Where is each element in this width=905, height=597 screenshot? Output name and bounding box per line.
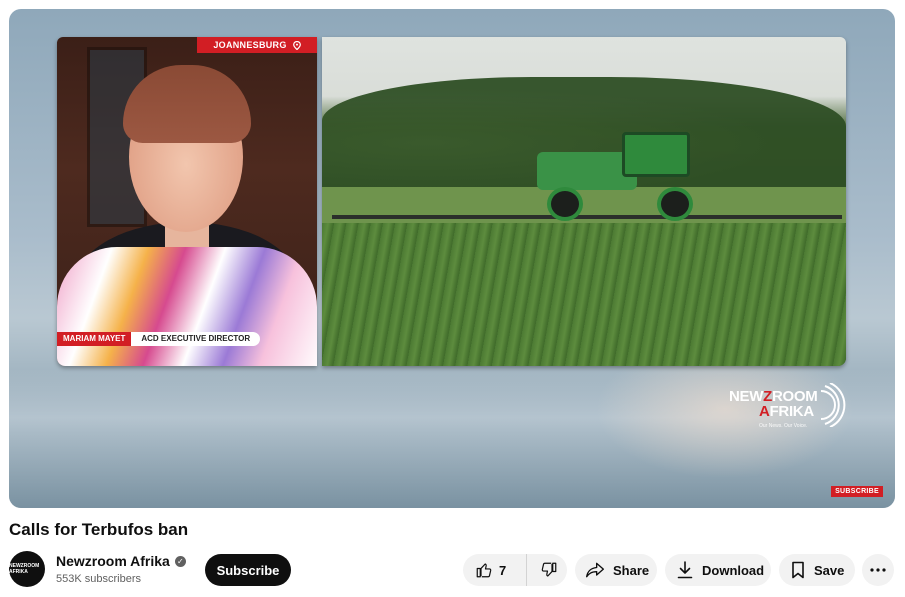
subscribe-button[interactable]: Subscribe — [205, 554, 291, 586]
avatar-text: NEWZROOM AFRIKA — [9, 563, 40, 575]
logo-text-part: A — [759, 403, 770, 420]
presenter-shirt — [57, 247, 317, 366]
field-footage-frame — [322, 37, 846, 366]
more-actions-button[interactable] — [862, 554, 894, 586]
channel-avatar[interactable]: NEWZROOM AFRIKA — [9, 551, 45, 587]
location-tag: JOANNESBURG — [197, 37, 317, 53]
channel-name[interactable]: Newzroom Afrika — [56, 553, 170, 569]
crop-field — [322, 223, 846, 366]
lower-third: MARIAM MAYET ACD EXECUTIVE DIRECTOR — [57, 332, 261, 346]
share-button[interactable]: Share — [575, 554, 657, 586]
subscriber-count: 553K subscribers — [56, 573, 141, 585]
presenter-frame: JOANNESBURG MARIAM MAYET ACD EXECUTIVE D… — [57, 37, 317, 366]
download-button[interactable]: Download — [665, 554, 771, 586]
thumbs-up-icon — [475, 561, 493, 579]
sprayer-wheel — [657, 187, 693, 221]
like-button[interactable]: 7 — [463, 554, 527, 586]
save-button[interactable]: Save — [779, 554, 855, 586]
subscribe-watermark[interactable]: SUBSCRIBE — [831, 486, 883, 497]
download-icon — [677, 561, 693, 579]
sprayer-tractor — [527, 132, 707, 222]
logo-text-part: NEW — [729, 388, 764, 405]
save-label: Save — [814, 562, 845, 578]
thumbs-down-icon — [540, 561, 558, 579]
video-player[interactable]: JOANNESBURG MARIAM MAYET ACD EXECUTIVE D… — [9, 9, 895, 508]
channel-watermark-logo: NEWZROOM AFRIKA Our News. Our Voice. — [729, 383, 849, 459]
like-dislike-group: 7 — [463, 554, 567, 586]
guest-role: ACD EXECUTIVE DIRECTOR — [131, 332, 261, 346]
share-arrow-icon — [585, 561, 605, 579]
share-label: Share — [613, 562, 650, 578]
location-pin-icon — [292, 40, 301, 50]
verified-check-icon: ✓ — [174, 555, 186, 567]
video-title: Calls for Terbufos ban — [9, 520, 189, 539]
more-horizontal-icon — [870, 568, 886, 572]
channel-row: NEWZROOM AFRIKA Newzroom Afrika ✓ 553K s… — [9, 551, 895, 587]
bookmark-icon — [791, 561, 805, 579]
logo-text-part: FRIKA — [769, 403, 815, 420]
location-label: JOANNESBURG — [213, 40, 287, 50]
download-label: Download — [702, 562, 765, 578]
sprayer-wheel — [547, 187, 583, 221]
sprayer-cab — [622, 132, 690, 177]
like-count: 7 — [499, 562, 507, 578]
signal-waves-icon — [820, 383, 846, 427]
channel-name-block[interactable]: Newzroom Afrika ✓ — [56, 553, 186, 569]
dislike-button[interactable] — [527, 554, 558, 586]
guest-name: MARIAM MAYET — [57, 332, 132, 346]
